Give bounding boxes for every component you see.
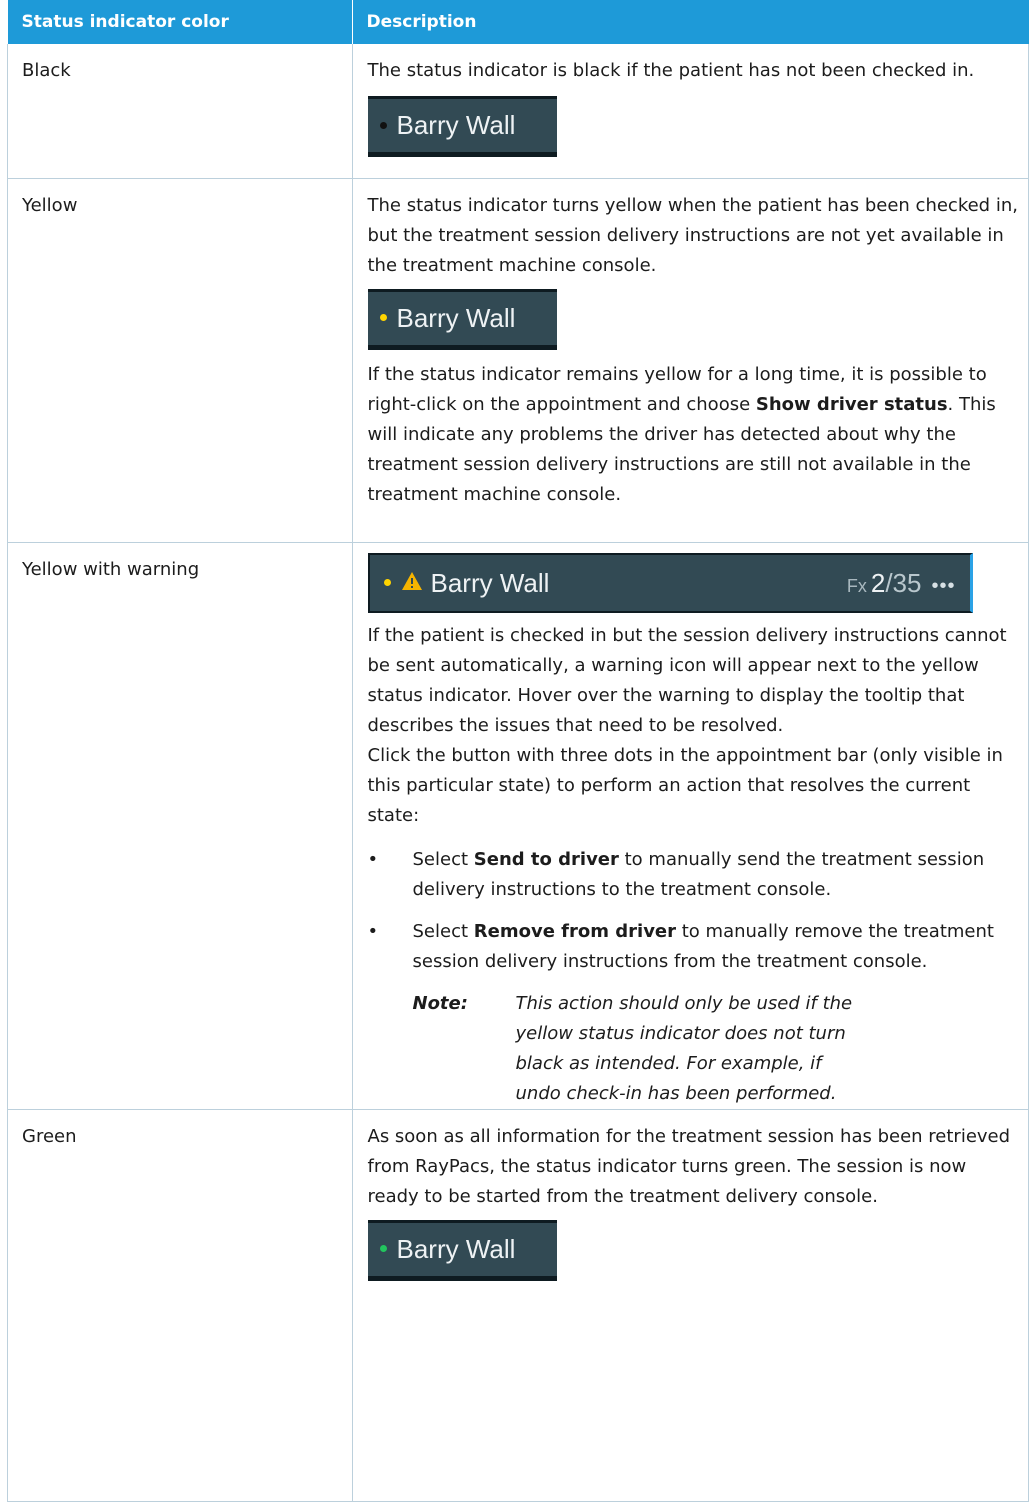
fraction-counter: Fx 2/35 ••• xyxy=(847,555,956,614)
patient-name: Barry Wall xyxy=(396,110,516,140)
note-label: Note: xyxy=(412,992,468,1014)
status-color-cell: Black xyxy=(7,44,353,179)
status-color-cell: Yellow xyxy=(7,178,353,543)
table-header-row: Status indicator color Description xyxy=(7,0,1029,44)
bullet-icon: • xyxy=(367,848,379,870)
more-options-button[interactable]: ••• xyxy=(931,575,955,597)
column-header-description: Description xyxy=(352,0,1029,44)
status-color-cell: Green xyxy=(7,1109,353,1502)
list-item: • Select Send to driver to manually send … xyxy=(368,845,1019,905)
note-text: This action should only be used if the y… xyxy=(515,992,853,1104)
table-row-green: Green As soon as all information for the… xyxy=(7,1109,1029,1502)
show-driver-status-label: Show driver status xyxy=(755,393,948,415)
appointment-bar-yellow: Barry Wall xyxy=(367,288,557,350)
bullet-icon: • xyxy=(367,920,379,942)
fraction-total: /35 xyxy=(885,567,922,598)
table-row-yellow: Yellow The status indicator turns yellow… xyxy=(7,178,1029,543)
status-dot-icon xyxy=(379,314,387,322)
fraction-label: Fx xyxy=(846,575,867,596)
remove-from-driver-label: Remove from driver xyxy=(473,920,677,942)
description-text: The status indicator turns yellow when t… xyxy=(367,194,1018,276)
driver-status-text: If the status indicator remains yellow f… xyxy=(367,363,996,505)
status-indicator-table: Status indicator color Description Black… xyxy=(7,0,1029,1502)
description-cell: As soon as all information for the treat… xyxy=(352,1109,1029,1502)
warning-triangle-icon[interactable] xyxy=(401,554,423,610)
appointment-bar-warning: Barry Wall Fx 2/35 ••• xyxy=(367,552,973,614)
status-dot-icon xyxy=(379,1245,387,1253)
description-text: The status indicator is black if the pat… xyxy=(367,60,975,81)
appointment-bar-black: Barry Wall xyxy=(367,96,557,157)
send-to-driver-label: Send to driver xyxy=(473,848,619,870)
description-cell: The status indicator is black if the pat… xyxy=(352,44,1029,179)
patient-name: Barry Wall xyxy=(430,567,550,598)
action-list: • Select Send to driver to manually send … xyxy=(368,845,1019,977)
list-item: • Select Remove from driver to manually r… xyxy=(368,917,1019,977)
warning-description-text: If the patient is checked in but the ses… xyxy=(367,624,1007,736)
patient-name: Barry Wall xyxy=(396,302,516,333)
patient-name: Barry Wall xyxy=(396,1233,516,1264)
status-dot-icon xyxy=(383,579,391,587)
description-cell: Barry Wall Fx 2/35 ••• If the patient is c… xyxy=(352,542,1029,1110)
fraction-current: 2 xyxy=(870,567,886,598)
table-row-yellow-warning: Yellow with warning Barry Wall Fx 2/35 •••… xyxy=(7,542,1029,1110)
column-header-status-color: Status indicator color xyxy=(7,0,353,44)
appointment-bar-green: Barry Wall xyxy=(367,1219,557,1281)
three-dots-instructions: Click the button with three dots in the … xyxy=(367,744,1003,826)
table-row-black: Black The status indicator is black if t… xyxy=(7,44,1029,179)
description-text: As soon as all information for the treat… xyxy=(367,1125,1011,1207)
status-color-cell: Yellow with warning xyxy=(7,542,353,1110)
description-cell: The status indicator turns yellow when t… xyxy=(352,178,1029,543)
status-dot-icon xyxy=(379,121,387,129)
note-block: Note: This action should only be used if… xyxy=(413,989,1019,1109)
